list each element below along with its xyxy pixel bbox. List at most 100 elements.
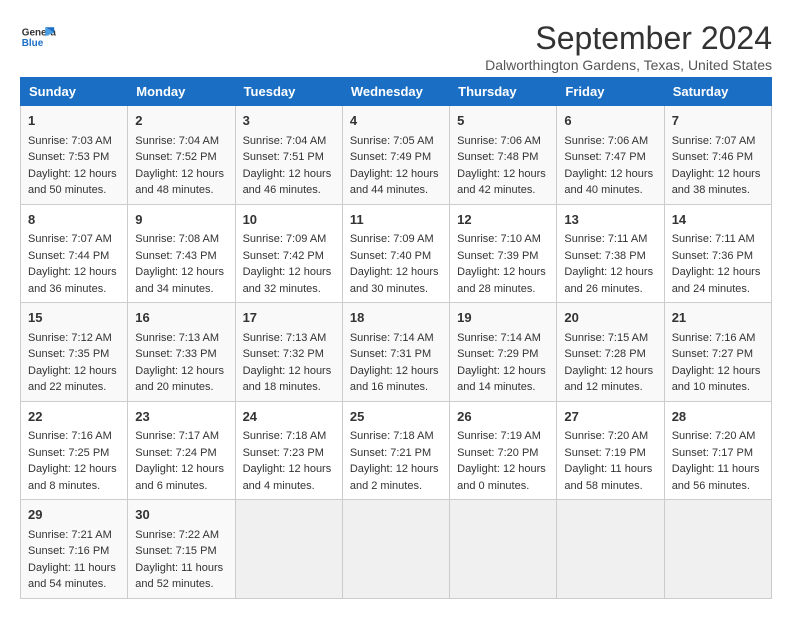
calendar-week-4: 22Sunrise: 7:16 AMSunset: 7:25 PMDayligh… <box>21 401 772 500</box>
day-info: and 40 minutes. <box>564 182 656 199</box>
day-info: Sunset: 7:23 PM <box>243 445 335 462</box>
day-number: 4 <box>350 111 442 131</box>
day-number: 9 <box>135 210 227 230</box>
day-info: and 34 minutes. <box>135 281 227 298</box>
day-number: 8 <box>28 210 120 230</box>
day-info: Sunrise: 7:08 AM <box>135 231 227 248</box>
day-info: and 2 minutes. <box>350 478 442 495</box>
day-info: Sunset: 7:19 PM <box>564 445 656 462</box>
calendar-cell: 11Sunrise: 7:09 AMSunset: 7:40 PMDayligh… <box>342 204 449 303</box>
day-info: Sunset: 7:53 PM <box>28 149 120 166</box>
day-number: 16 <box>135 308 227 328</box>
day-info: Sunset: 7:42 PM <box>243 248 335 265</box>
day-info: Daylight: 12 hours <box>350 264 442 281</box>
day-info: and 54 minutes. <box>28 576 120 593</box>
day-info: Daylight: 12 hours <box>350 461 442 478</box>
title-block: September 2024 Dalworthington Gardens, T… <box>485 20 772 73</box>
day-info: Sunrise: 7:15 AM <box>564 330 656 347</box>
calendar-cell: 29Sunrise: 7:21 AMSunset: 7:16 PMDayligh… <box>21 500 128 599</box>
day-info: Sunset: 7:35 PM <box>28 346 120 363</box>
day-info: Sunrise: 7:12 AM <box>28 330 120 347</box>
day-info: Daylight: 12 hours <box>243 166 335 183</box>
calendar-cell: 26Sunrise: 7:19 AMSunset: 7:20 PMDayligh… <box>450 401 557 500</box>
calendar-cell: 15Sunrise: 7:12 AMSunset: 7:35 PMDayligh… <box>21 303 128 402</box>
calendar-cell: 3Sunrise: 7:04 AMSunset: 7:51 PMDaylight… <box>235 106 342 205</box>
calendar-cell: 27Sunrise: 7:20 AMSunset: 7:19 PMDayligh… <box>557 401 664 500</box>
day-info: Daylight: 12 hours <box>135 166 227 183</box>
day-info: and 36 minutes. <box>28 281 120 298</box>
day-info: Daylight: 12 hours <box>243 461 335 478</box>
day-number: 1 <box>28 111 120 131</box>
calendar-cell: 20Sunrise: 7:15 AMSunset: 7:28 PMDayligh… <box>557 303 664 402</box>
day-info: Sunset: 7:16 PM <box>28 543 120 560</box>
day-info: and 0 minutes. <box>457 478 549 495</box>
day-info: and 44 minutes. <box>350 182 442 199</box>
day-info: Daylight: 12 hours <box>28 264 120 281</box>
day-info: and 26 minutes. <box>564 281 656 298</box>
day-info: and 52 minutes. <box>135 576 227 593</box>
day-info: and 10 minutes. <box>672 379 764 396</box>
day-info: Sunset: 7:47 PM <box>564 149 656 166</box>
day-info: Sunset: 7:33 PM <box>135 346 227 363</box>
day-info: and 14 minutes. <box>457 379 549 396</box>
day-info: Daylight: 12 hours <box>28 461 120 478</box>
day-info: Daylight: 11 hours <box>672 461 764 478</box>
day-info: Daylight: 12 hours <box>457 166 549 183</box>
day-info: Daylight: 12 hours <box>672 166 764 183</box>
day-info: Daylight: 12 hours <box>672 363 764 380</box>
day-info: Sunrise: 7:13 AM <box>135 330 227 347</box>
day-info: Sunrise: 7:05 AM <box>350 133 442 150</box>
day-info: Sunset: 7:40 PM <box>350 248 442 265</box>
calendar-cell <box>235 500 342 599</box>
day-info: Sunset: 7:51 PM <box>243 149 335 166</box>
day-info: Daylight: 12 hours <box>457 264 549 281</box>
day-info: Daylight: 12 hours <box>564 166 656 183</box>
day-info: Daylight: 12 hours <box>457 461 549 478</box>
day-number: 27 <box>564 407 656 427</box>
day-info: Sunrise: 7:22 AM <box>135 527 227 544</box>
day-info: Sunset: 7:38 PM <box>564 248 656 265</box>
day-number: 14 <box>672 210 764 230</box>
day-info: and 12 minutes. <box>564 379 656 396</box>
day-number: 12 <box>457 210 549 230</box>
calendar-cell: 10Sunrise: 7:09 AMSunset: 7:42 PMDayligh… <box>235 204 342 303</box>
header-thursday: Thursday <box>450 78 557 106</box>
calendar-week-5: 29Sunrise: 7:21 AMSunset: 7:16 PMDayligh… <box>21 500 772 599</box>
calendar-cell: 23Sunrise: 7:17 AMSunset: 7:24 PMDayligh… <box>128 401 235 500</box>
calendar-cell: 22Sunrise: 7:16 AMSunset: 7:25 PMDayligh… <box>21 401 128 500</box>
day-info: Sunset: 7:48 PM <box>457 149 549 166</box>
day-info: Sunrise: 7:14 AM <box>350 330 442 347</box>
calendar-week-1: 1Sunrise: 7:03 AMSunset: 7:53 PMDaylight… <box>21 106 772 205</box>
day-info: and 16 minutes. <box>350 379 442 396</box>
day-info: and 8 minutes. <box>28 478 120 495</box>
day-info: and 28 minutes. <box>457 281 549 298</box>
day-info: Daylight: 12 hours <box>28 166 120 183</box>
calendar-cell: 25Sunrise: 7:18 AMSunset: 7:21 PMDayligh… <box>342 401 449 500</box>
day-info: Sunrise: 7:09 AM <box>350 231 442 248</box>
calendar-cell: 24Sunrise: 7:18 AMSunset: 7:23 PMDayligh… <box>235 401 342 500</box>
day-number: 26 <box>457 407 549 427</box>
calendar-cell: 21Sunrise: 7:16 AMSunset: 7:27 PMDayligh… <box>664 303 771 402</box>
day-number: 10 <box>243 210 335 230</box>
day-number: 30 <box>135 505 227 525</box>
day-info: Sunrise: 7:04 AM <box>243 133 335 150</box>
calendar-cell: 28Sunrise: 7:20 AMSunset: 7:17 PMDayligh… <box>664 401 771 500</box>
calendar-cell: 9Sunrise: 7:08 AMSunset: 7:43 PMDaylight… <box>128 204 235 303</box>
day-info: Sunset: 7:52 PM <box>135 149 227 166</box>
day-number: 22 <box>28 407 120 427</box>
day-info: and 48 minutes. <box>135 182 227 199</box>
day-info: and 22 minutes. <box>28 379 120 396</box>
day-number: 29 <box>28 505 120 525</box>
day-number: 20 <box>564 308 656 328</box>
day-info: Daylight: 11 hours <box>135 560 227 577</box>
calendar-week-3: 15Sunrise: 7:12 AMSunset: 7:35 PMDayligh… <box>21 303 772 402</box>
day-number: 18 <box>350 308 442 328</box>
day-info: Sunset: 7:39 PM <box>457 248 549 265</box>
day-number: 5 <box>457 111 549 131</box>
calendar-cell: 4Sunrise: 7:05 AMSunset: 7:49 PMDaylight… <box>342 106 449 205</box>
page-header: General Blue September 2024 Dalworthingt… <box>20 20 772 73</box>
day-info: Sunset: 7:27 PM <box>672 346 764 363</box>
day-number: 19 <box>457 308 549 328</box>
day-info: Sunrise: 7:11 AM <box>672 231 764 248</box>
day-number: 21 <box>672 308 764 328</box>
